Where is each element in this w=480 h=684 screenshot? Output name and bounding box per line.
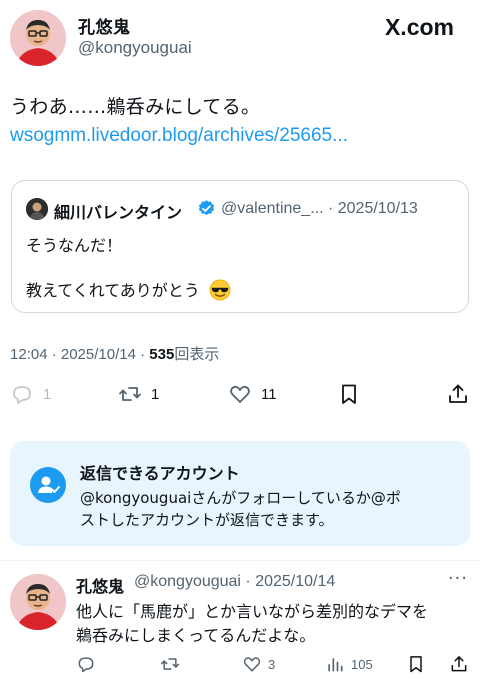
bookmark-icon [410,656,422,673]
reply-meta[interactable]: @kongyouguai · 2025/10/14 [134,573,335,591]
repost-icon [160,658,180,670]
avatar-image [10,10,66,66]
repost-count: 1 [151,385,160,403]
repost-button[interactable]: 1 [118,378,159,410]
reply-action-bar: 3 105 [0,652,480,676]
post-action-bar: 1 1 11 [0,378,480,410]
reply-icon [13,386,31,404]
share-button[interactable] [446,378,470,410]
share-icon [449,384,467,403]
reply-author-name[interactable]: 孔悠鬼 [76,573,124,597]
notice-body-line: @kongyouguaiさんがフォローしているか@ポ [80,489,401,507]
quote-avatar [26,198,48,220]
reply-count: 1 [43,385,52,403]
x-com-logo: X.com [384,14,454,40]
like-button[interactable]: 3 [242,652,275,676]
analytics-icon [328,658,343,672]
divider [0,560,480,561]
sunglasses-emoji-icon [209,279,231,301]
like-count: 11 [261,385,277,403]
reply-text-line: 他人に「馬鹿が」とか言いながら差別的なデマを [76,602,429,621]
reply-button[interactable]: 1 [10,378,51,410]
quote-text-line: 教えてくれてありがとう [26,277,231,301]
share-button[interactable] [449,652,469,676]
verified-badge-icon [198,200,215,216]
repost-button[interactable] [160,652,180,676]
post-text: うわあ……鵜呑みにしてる。 [10,96,261,118]
views-button[interactable]: 105 [325,652,373,676]
reply-author-avatar[interactable] [10,574,66,630]
quoted-post[interactable]: 細川バレンタイン @valentine_... · 2025/10/13 そうな… [11,180,469,313]
repost-icon [119,387,141,401]
bookmark-button[interactable] [406,652,426,676]
quote-text-line: そうなんだ！ [26,236,123,255]
quote-text: 教えてくれてありがとう [26,281,200,300]
author-handle[interactable]: @kongyouguai [78,38,192,58]
bookmark-icon [342,384,356,404]
heart-icon [230,385,250,403]
timestamp-text[interactable]: 12:04 · 2025/10/14 · [10,346,149,363]
author-avatar[interactable] [10,10,66,66]
post-header: 孔悠鬼 @kongyouguai X.com [0,0,480,80]
notice-body-line: ストしたアカウントが返信できます。 [80,511,334,529]
reply-button[interactable] [76,652,96,676]
views-count: 535 [149,346,175,363]
reply-icon [78,657,94,673]
like-count: 3 [268,656,276,672]
notice-title: 返信できるアカウント [80,464,240,483]
views-label: 回表示 [174,346,220,363]
post-link[interactable]: wsogmm.livedoor.blog/archives/25665... [10,125,348,147]
author-name[interactable]: 孔悠鬼 [78,13,131,38]
bookmark-button[interactable] [337,378,361,410]
heart-icon [243,657,261,672]
like-button[interactable]: 11 [228,378,277,410]
views-count: 105 [351,656,373,672]
reply-text-line: 鵜呑みにしまくってるんだよな。 [76,626,316,645]
reply-restriction-notice: 返信できるアカウント @kongyouguaiさんがフォローしているか@ポ スト… [10,441,470,546]
more-options-icon[interactable]: ··· [448,568,468,589]
post-timestamp: 12:04 · 2025/10/14 · 535回表示 [10,343,219,364]
quote-meta: @valentine_... · 2025/10/13 [221,200,418,217]
quote-author-name: 細川バレンタイン [54,203,183,222]
user-check-icon [30,467,66,503]
share-icon [451,656,467,672]
avatar-image [10,574,66,630]
reply-post[interactable]: 孔悠鬼 @kongyouguai · 2025/10/14 ··· 他人に「馬鹿… [0,566,480,684]
